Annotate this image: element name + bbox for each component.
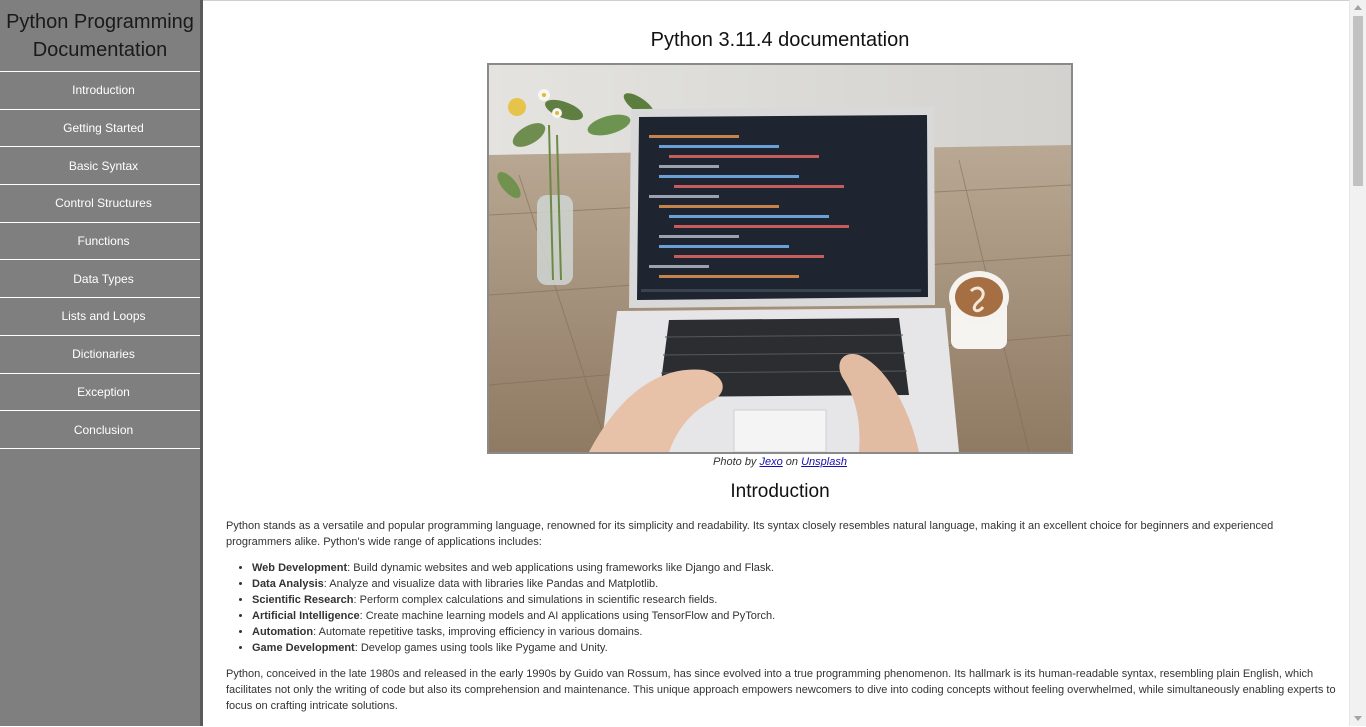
list-item-description: : Perform complex calculations and simul… — [353, 594, 718, 606]
sidebar-item-lists-and-loops[interactable]: Lists and Loops — [0, 298, 200, 336]
list-item: Web Development: Build dynamic websites … — [252, 560, 1338, 576]
sidebar-item-introduction[interactable]: Introduction — [0, 72, 200, 110]
list-item-description: : Automate repetitive tasks, improving e… — [313, 626, 643, 638]
laptop-photo-image — [489, 65, 1071, 452]
list-item-description: : Create machine learning models and AI … — [359, 610, 776, 622]
list-item-description: : Build dynamic websites and web applica… — [347, 562, 774, 574]
sidebar-item-basic-syntax[interactable]: Basic Syntax — [0, 147, 200, 186]
list-item-term: Scientific Research — [252, 594, 354, 606]
scroll-down-arrow-icon[interactable] — [1354, 716, 1362, 721]
hero-photo — [487, 63, 1073, 454]
unsplash-link[interactable]: Unsplash — [801, 456, 847, 468]
applications-list: Web Development: Build dynamic websites … — [226, 560, 1338, 656]
list-item: Scientific Research: Perform complex cal… — [252, 592, 1338, 608]
list-item-term: Web Development — [252, 562, 348, 574]
photo-credit: Photo by Jexo on Unsplash — [203, 456, 1349, 468]
list-item: Game Development: Develop games using to… — [252, 640, 1338, 656]
sidebar-item-getting-started[interactable]: Getting Started — [0, 110, 200, 148]
history-paragraph: Python, conceived in the late 1980s and … — [226, 668, 1336, 712]
sidebar-nav: Introduction Getting Started Basic Synta… — [0, 72, 200, 449]
list-item-term: Game Development — [252, 642, 355, 654]
sidebar-item-data-types[interactable]: Data Types — [0, 260, 200, 299]
list-item: Artificial Intelligence: Create machine … — [252, 608, 1338, 624]
list-item-term: Artificial Intelligence — [252, 610, 360, 622]
sidebar-item-control-structures[interactable]: Control Structures — [0, 185, 200, 223]
page-title: Python 3.11.4 documentation — [650, 29, 910, 51]
introduction-section: Python stands as a versatile and popular… — [226, 518, 1338, 714]
site-title: Python Programming Documentation — [0, 0, 200, 72]
scroll-up-arrow-icon[interactable] — [1354, 5, 1362, 10]
photo-credit-prefix: Photo by — [713, 456, 760, 468]
list-item-description: : Analyze and visualize data with librar… — [323, 578, 659, 590]
sidebar-item-exception[interactable]: Exception — [0, 374, 200, 412]
intro-paragraph: Python stands as a versatile and popular… — [226, 520, 1274, 548]
list-item: Data Analysis: Analyze and visualize dat… — [252, 576, 1338, 592]
vertical-scrollbar[interactable] — [1349, 0, 1366, 726]
sidebar-item-dictionaries[interactable]: Dictionaries — [0, 336, 200, 374]
main-content: Python 3.11.4 documentation Photo by Jex… — [203, 0, 1349, 727]
sidebar: Python Programming Documentation Introdu… — [0, 0, 203, 726]
list-item-description: : Develop games using tools like Pygame … — [354, 642, 608, 654]
sidebar-item-conclusion[interactable]: Conclusion — [0, 411, 200, 449]
photo-credit-middle: on — [782, 456, 802, 468]
list-item-term: Automation — [252, 626, 314, 638]
section-heading-introduction: Introduction — [730, 481, 830, 502]
list-item-term: Data Analysis — [252, 578, 324, 590]
scrollbar-thumb[interactable] — [1353, 16, 1363, 186]
list-item: Automation: Automate repetitive tasks, i… — [252, 624, 1338, 640]
sidebar-item-functions[interactable]: Functions — [0, 223, 200, 261]
photographer-link[interactable]: Jexo — [760, 456, 783, 468]
